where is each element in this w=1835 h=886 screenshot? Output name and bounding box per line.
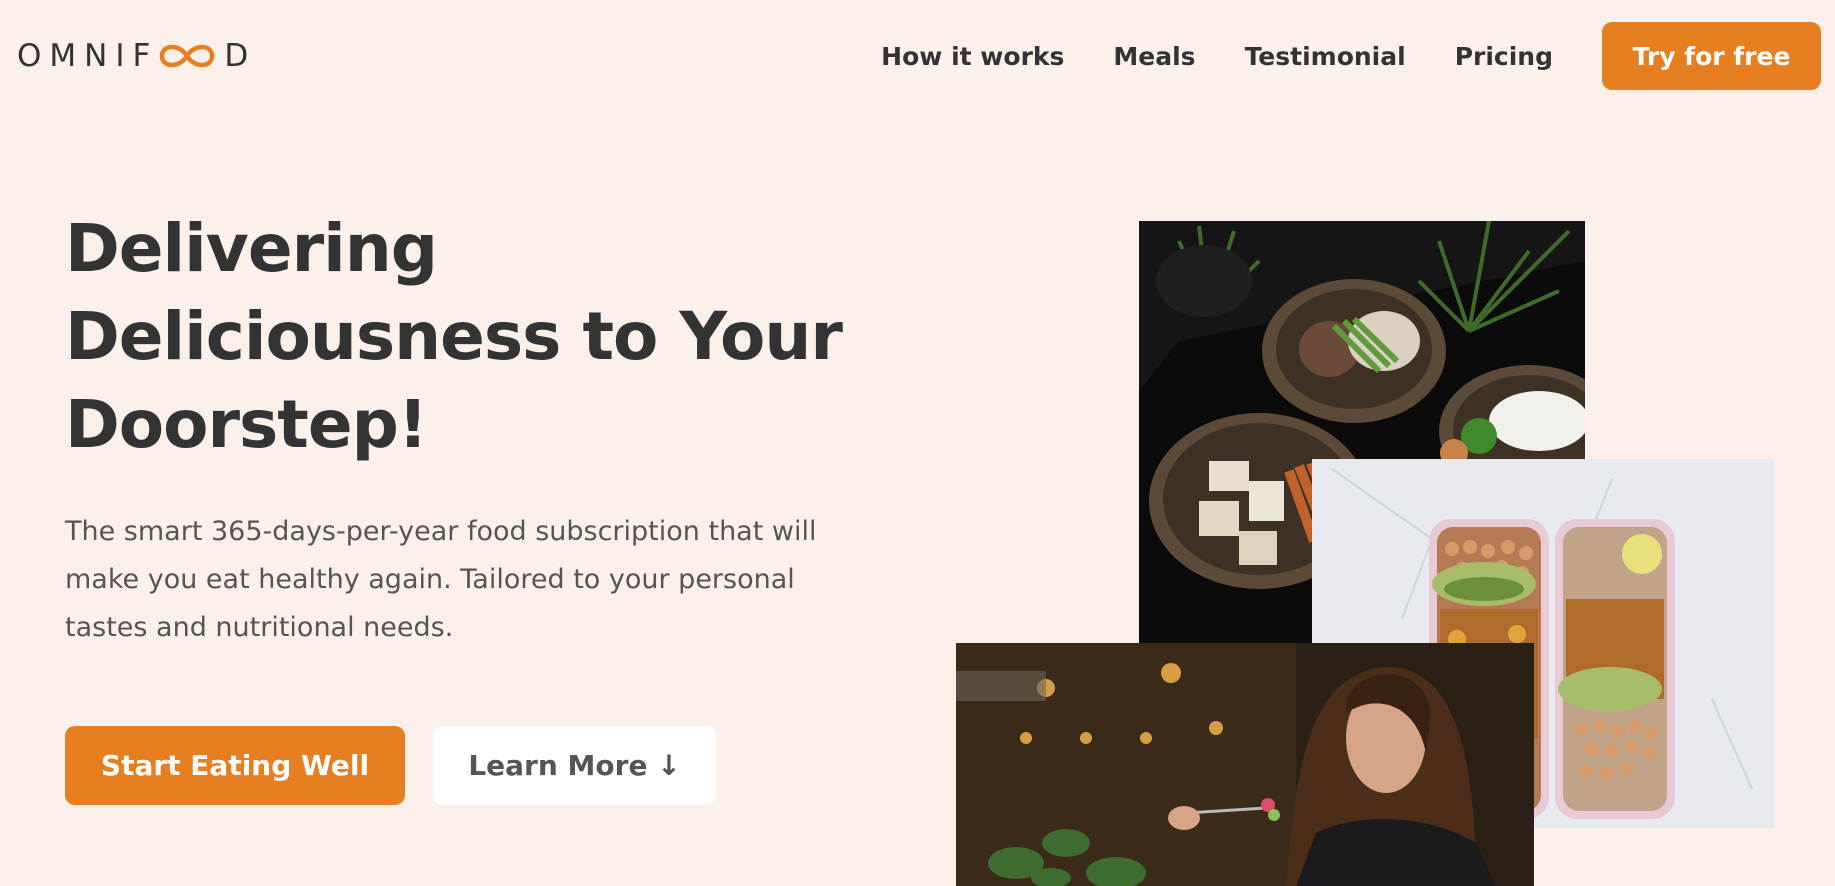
- woman-eating-image: [956, 643, 1534, 886]
- nav-link-meals[interactable]: Meals: [1113, 42, 1195, 71]
- try-for-free-button[interactable]: Try for free: [1602, 22, 1821, 90]
- hero-description: The smart 365-days-per-year food subscri…: [65, 516, 817, 643]
- learn-more-button[interactable]: Learn More ↓: [433, 726, 716, 805]
- nav-link-pricing[interactable]: Pricing: [1455, 42, 1553, 71]
- omnifood-logo[interactable]: OMNIF D: [17, 36, 256, 76]
- nav-link-testimonial[interactable]: Testimonial: [1245, 42, 1406, 71]
- site-header: OMNIF D How it works Meals Testimonial P…: [0, 0, 1835, 112]
- hero-title: Delivering Deliciousness to Your Doorste…: [65, 210, 843, 463]
- infinity-icon: [156, 39, 218, 73]
- logo-text-start: OMNIF: [17, 38, 159, 74]
- nav-link-how-it-works[interactable]: How it works: [881, 42, 1064, 71]
- start-eating-well-button[interactable]: Start Eating Well: [65, 726, 405, 805]
- logo-text-end: D: [224, 38, 257, 74]
- main-nav: How it works Meals Testimonial Pricing T…: [881, 22, 1821, 90]
